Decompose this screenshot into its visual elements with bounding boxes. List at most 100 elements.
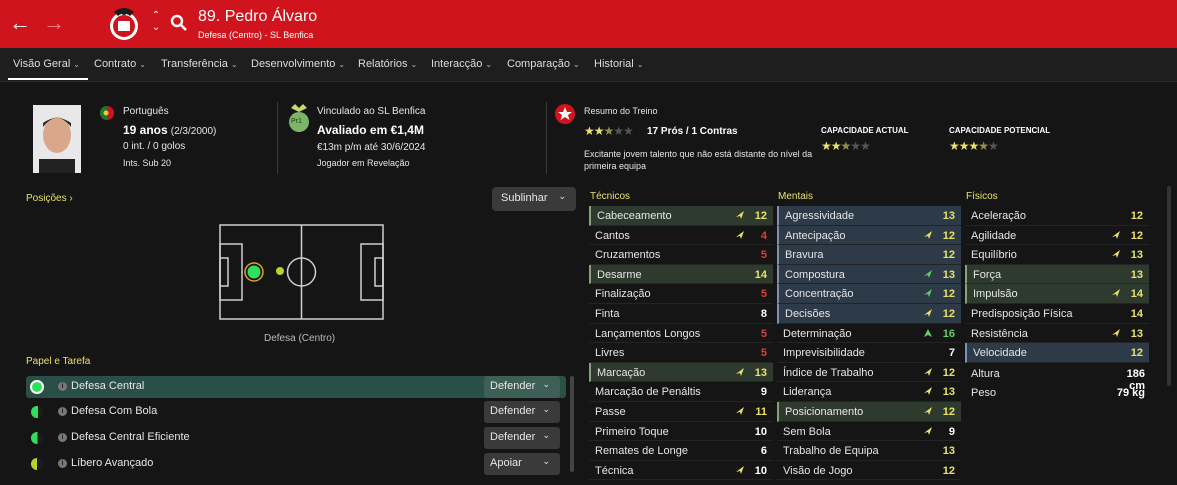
attribute-value: 12: [754, 210, 767, 222]
attribute-row[interactable]: Lançamentos Longos 5: [589, 324, 773, 344]
attribute-row[interactable]: Visão de Jogo 12: [777, 461, 961, 481]
attribute-name: Aceleração: [971, 210, 1027, 222]
tab-comparison[interactable]: Comparação ⌄: [507, 58, 580, 70]
contract-club[interactable]: Vinculado ao SL Benfica: [317, 106, 425, 117]
attribute-row[interactable]: Antecipação 12: [777, 225, 961, 246]
youth-caps[interactable]: Ints. Sub 20: [123, 158, 171, 168]
search-icon[interactable]: [170, 14, 188, 32]
chevron-down-icon: ⌄: [542, 456, 550, 466]
chevron-down-icon: ⌄: [572, 60, 580, 69]
attribute-row[interactable]: Finta 8: [589, 304, 773, 324]
highlight-dropdown[interactable]: Sublinhar ⌄: [492, 187, 576, 211]
duty-dropdown[interactable]: Defender ⌄: [484, 427, 560, 449]
attribute-value: 9: [948, 425, 955, 438]
attribute-row[interactable]: Impulsão 14: [965, 284, 1149, 304]
role-fit-indicator: [31, 432, 43, 444]
attribute-row[interactable]: Resistência 13: [965, 324, 1149, 344]
duty-dropdown[interactable]: Apoiar ⌄: [484, 453, 560, 475]
attribute-row[interactable]: Marcação 13: [589, 362, 773, 383]
chevron-down-icon: ⌄: [542, 404, 550, 414]
attribute-row[interactable]: Técnica 10: [589, 461, 773, 481]
forward-button[interactable]: →: [40, 10, 68, 38]
attribute-row[interactable]: Aceleração 12: [965, 206, 1149, 226]
attribute-row[interactable]: Predisposição Física 14: [965, 304, 1149, 324]
duty-dropdown[interactable]: Defender ⌄: [484, 376, 560, 398]
attribute-row[interactable]: Liderança 13: [777, 382, 961, 402]
attribute-value: 13: [942, 210, 955, 222]
attribute-name: Livres: [595, 347, 625, 360]
attribute-row[interactable]: Passe 11: [589, 402, 773, 422]
attribute-name: Índice de Trabalho: [783, 366, 874, 379]
attribute-value: 13: [1130, 327, 1143, 340]
attribute-row[interactable]: Agressividade 13: [777, 206, 961, 226]
info-icon[interactable]: i: [58, 407, 67, 416]
attribute-name: Sem Bola: [783, 425, 831, 438]
attribute-row[interactable]: Remates de Longe 6: [589, 441, 773, 461]
roles-scrollbar[interactable]: [570, 376, 574, 472]
attribute-value: 16: [942, 327, 955, 340]
attribute-row[interactable]: Cruzamentos 5: [589, 245, 773, 265]
divider: [277, 102, 278, 174]
tab-overview[interactable]: Visão Geral ⌄: [13, 58, 80, 70]
attribute-name: Primeiro Toque: [595, 425, 669, 438]
positions-title[interactable]: Posições ›: [26, 193, 73, 204]
attribute-row[interactable]: Cantos 4: [589, 226, 773, 246]
progress-arrow-icon: [924, 289, 932, 298]
nationality[interactable]: Português: [123, 106, 169, 117]
attribute-row[interactable]: Compostura 13: [777, 264, 961, 285]
attribute-row[interactable]: Marcação de Penáltis 9: [589, 382, 773, 402]
attribute-name: Impulsão: [973, 288, 1018, 301]
info-icon[interactable]: i: [58, 433, 67, 442]
attribute-row[interactable]: Trabalho de Equipa 13: [777, 441, 961, 461]
attribute-value: 13: [942, 268, 955, 281]
attribute-row[interactable]: Concentração 12: [777, 284, 961, 304]
role-item[interactable]: i Defesa Central Eficiente Defender ⌄: [26, 427, 566, 449]
role-fit-indicator: [31, 406, 43, 418]
attribute-value: 5: [760, 347, 767, 360]
attribute-row[interactable]: Cabeceamento 12: [589, 206, 773, 226]
attributes-scrollbar[interactable]: [1167, 186, 1171, 386]
tab-interaction[interactable]: Interacção ⌄: [431, 58, 492, 70]
tab-reports[interactable]: Relatórios ⌄: [358, 58, 417, 70]
attribute-row[interactable]: Sem Bola 9: [777, 422, 961, 442]
attribute-row[interactable]: Posicionamento 12: [777, 401, 961, 422]
attribute-row[interactable]: Desarme 14: [589, 264, 773, 285]
tab-transfer[interactable]: Transferência ⌄: [161, 58, 238, 70]
role-item[interactable]: i Líbero Avançado Apoiar ⌄: [26, 453, 566, 475]
attribute-row[interactable]: Índice de Trabalho 12: [777, 363, 961, 383]
attribute-row[interactable]: Velocidade 12: [965, 343, 1149, 363]
role-item[interactable]: i Defesa Com Bola Defender ⌄: [26, 401, 566, 423]
attribute-value: 5: [760, 288, 767, 301]
attribute-row[interactable]: Bravura 12: [777, 245, 961, 265]
back-button[interactable]: ←: [6, 10, 34, 38]
progress-arrow-icon: [924, 426, 932, 435]
attribute-row[interactable]: Força 13: [965, 264, 1149, 285]
tab-contract[interactable]: Contrato ⌄: [94, 58, 146, 70]
chevron-down-icon: ⌄: [230, 60, 238, 69]
role-item[interactable]: i Defesa Central Defender ⌄: [26, 376, 566, 398]
info-icon[interactable]: i: [58, 459, 67, 468]
attribute-name: Remates de Longe: [595, 445, 688, 458]
page-subtitle[interactable]: Defesa (Centro) - SL Benfica: [198, 30, 313, 40]
attribute-name: Cabeceamento: [597, 210, 672, 222]
mental-attributes: Agressividade 13 Antecipação 12 Bravura 12 Com…: [777, 206, 961, 481]
attribute-row[interactable]: Finalização 5: [589, 284, 773, 304]
chevron-down-icon[interactable]: ⌄: [150, 22, 162, 34]
tab-history[interactable]: Historial ⌄: [594, 58, 643, 70]
tab-development[interactable]: Desenvolvimento ⌄: [251, 58, 345, 70]
attribute-row[interactable]: Livres 5: [589, 343, 773, 363]
chevron-up-icon[interactable]: ⌃: [150, 10, 162, 22]
attribute-row[interactable]: Equilíbrio 13: [965, 245, 1149, 265]
current-ability-label: CAPACIDADE ACTUAL: [821, 126, 909, 135]
attribute-row[interactable]: Determinação 16: [777, 324, 961, 344]
attribute-row[interactable]: Imprevisibilidade 7: [777, 343, 961, 363]
duty-dropdown[interactable]: Defender ⌄: [484, 401, 560, 423]
role-fit-indicator: [30, 380, 44, 394]
player-switcher[interactable]: ⌃ ⌄: [150, 10, 162, 38]
attribute-row[interactable]: Primeiro Toque 10: [589, 422, 773, 442]
training-star-icon[interactable]: [554, 103, 576, 125]
attribute-row[interactable]: Decisões 12: [777, 303, 961, 324]
role-name: Defesa Com Bola: [71, 405, 158, 417]
info-icon[interactable]: i: [58, 382, 67, 391]
attribute-row[interactable]: Agilidade 12: [965, 226, 1149, 246]
